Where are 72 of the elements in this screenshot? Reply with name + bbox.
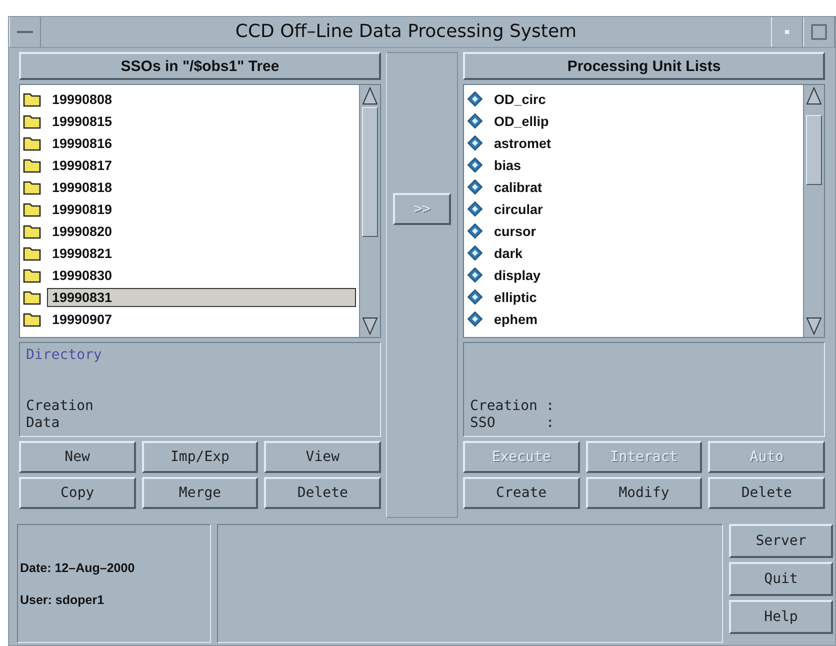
list-item[interactable]: circular bbox=[489, 200, 548, 218]
list-item[interactable]: 19990821 bbox=[47, 244, 118, 262]
scrollbar-thumb[interactable] bbox=[362, 107, 378, 237]
list-item[interactable]: 19990816 bbox=[47, 134, 118, 152]
info-title: Directory bbox=[26, 347, 103, 365]
panel-header-button[interactable]: Processing Unit Lists bbox=[463, 52, 825, 80]
window-menu-button[interactable] bbox=[9, 17, 41, 47]
folder-icon bbox=[23, 267, 41, 283]
diamond-icon bbox=[467, 201, 483, 217]
diamond-icon bbox=[467, 157, 483, 173]
info-label: Creation bbox=[26, 398, 94, 415]
folder-icon bbox=[23, 289, 41, 305]
diamond-icon bbox=[467, 289, 483, 305]
list-item[interactable]: astromet bbox=[489, 134, 556, 152]
button[interactable]: Modify bbox=[586, 477, 702, 509]
list-item[interactable]: 19990818 bbox=[47, 178, 118, 196]
folder-icon bbox=[23, 245, 41, 261]
button[interactable]: Create bbox=[463, 477, 580, 509]
list-item[interactable]: dark bbox=[489, 244, 528, 262]
folder-icon bbox=[23, 311, 41, 327]
list-item[interactable]: 19990830 bbox=[47, 266, 118, 284]
list-item[interactable]: cursor bbox=[489, 222, 542, 240]
user-text: User: sdoper1 bbox=[20, 592, 106, 606]
list-item[interactable]: OD_ellip bbox=[489, 112, 554, 130]
folder-icon bbox=[23, 179, 41, 195]
info-label: Data bbox=[26, 415, 61, 432]
button[interactable]: Copy bbox=[19, 477, 136, 509]
diamond-icon bbox=[467, 113, 483, 129]
diamond-icon bbox=[467, 179, 483, 195]
button[interactable]: Delete bbox=[708, 477, 825, 509]
diamond-icon bbox=[467, 223, 483, 239]
list-item[interactable]: calibrat bbox=[489, 178, 548, 196]
list-item[interactable]: elliptic bbox=[489, 288, 542, 306]
list-item[interactable]: ephem bbox=[489, 310, 543, 328]
maximize-button[interactable] bbox=[803, 17, 835, 47]
info-label: Creation : bbox=[470, 398, 556, 415]
panel-header-button[interactable]: SSOs in "/$obs1" Tree bbox=[19, 52, 381, 80]
button[interactable]: Merge bbox=[142, 477, 258, 509]
info-label: SSO : bbox=[470, 415, 556, 432]
folder-icon bbox=[23, 201, 41, 217]
diamond-icon bbox=[467, 311, 483, 327]
date-text: Date: 12–Aug–2000 bbox=[20, 560, 136, 574]
list-item[interactable]: 19990820 bbox=[47, 222, 118, 240]
button[interactable]: Quit bbox=[729, 562, 833, 596]
folder-icon bbox=[23, 91, 41, 107]
list-item[interactable]: display bbox=[489, 266, 546, 284]
button[interactable]: View bbox=[264, 441, 381, 473]
scrollbar-thumb[interactable] bbox=[806, 115, 822, 185]
folder-icon bbox=[23, 113, 41, 129]
square-icon bbox=[811, 24, 827, 40]
minimize-button[interactable] bbox=[771, 17, 803, 47]
list-item[interactable]: 19990831 bbox=[47, 288, 356, 306]
list-item[interactable]: OD_circ bbox=[489, 90, 551, 108]
button[interactable]: Help bbox=[729, 600, 833, 634]
button[interactable]: New bbox=[19, 441, 136, 473]
diamond-icon bbox=[467, 135, 483, 151]
list-item[interactable]: 19990808 bbox=[47, 90, 118, 108]
list-item[interactable]: 19990815 bbox=[47, 112, 118, 130]
folder-icon bbox=[23, 157, 41, 173]
folder-icon bbox=[23, 135, 41, 151]
list-item[interactable]: 19990907 bbox=[47, 310, 118, 328]
button[interactable]: Delete bbox=[264, 477, 381, 509]
folder-icon bbox=[23, 223, 41, 239]
window-title: CCD Off–Line Data Processing System bbox=[234, 20, 578, 44]
button[interactable]: Imp/Exp bbox=[142, 441, 258, 473]
list-item[interactable]: 19990819 bbox=[47, 200, 118, 218]
diamond-icon bbox=[467, 245, 483, 261]
list-item[interactable]: bias bbox=[489, 156, 526, 174]
diamond-icon bbox=[467, 267, 483, 283]
list-item[interactable]: 19990817 bbox=[47, 156, 118, 174]
button[interactable]: Server bbox=[729, 524, 833, 558]
diamond-icon bbox=[467, 91, 483, 107]
